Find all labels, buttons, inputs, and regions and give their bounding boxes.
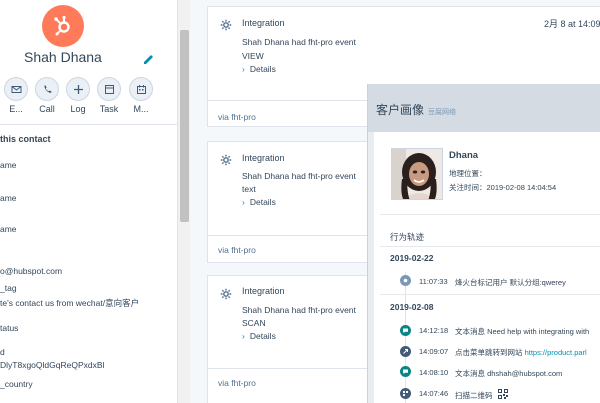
event-time: 14:07:46 [419,389,449,398]
property-value: te's contact us from wechat/意向客户 [0,298,140,308]
log-button[interactable] [66,77,90,101]
plus-icon [73,84,83,94]
card-details-label: Details [249,331,276,341]
qrcode-scan-icon [400,388,411,399]
meeting-button-label: M... [133,104,149,114]
event-text-label: 点击菜单跳转到网站 [455,348,525,357]
profile-follow-time: 关注时间：2019-02-08 14:04:54 [449,183,557,192]
email-button[interactable] [4,77,28,101]
event-time: 14:09:07 [419,347,449,356]
event-time: 14:12:18 [419,326,449,335]
card-title: Integration [242,18,285,28]
trail-date: 2019-02-08 [390,302,434,312]
integration-gear-icon [220,18,232,31]
property-label: tatus [0,323,19,333]
card-details-label: Details [249,64,276,74]
card-via: via fht-pro [218,378,256,388]
property-label: _country [0,379,33,389]
event-link[interactable]: https://product.parl [525,348,587,357]
panel-divider [380,246,600,247]
edit-pencil-icon[interactable] [142,52,156,66]
event-time: 11:07:33 [419,277,448,286]
meeting-button[interactable] [129,77,153,101]
chevron-right-icon: › [242,331,245,341]
sidebar-scrollbar-thumb[interactable] [180,30,189,222]
panel-header: 客户画像 豆腐网络 [368,84,600,132]
task-icon [104,84,114,94]
panel-subtitle: 豆腐网络 [428,109,457,116]
qrcode-icon [497,389,508,399]
hubspot-logo-icon [42,5,84,47]
profile-avatar [391,148,443,200]
contact-sidebar: Shah Dhana E... Call Log Task M... this … [0,0,178,403]
card-via: via fht-pro [218,245,256,255]
integration-gear-icon [220,287,232,300]
property-label: ame [0,160,17,170]
profile-location: 地理位置： [449,169,487,178]
email-button-label: E... [9,104,23,114]
card-event-value: SCAN [242,318,266,328]
chevron-right-icon: › [242,64,245,74]
chat-icon [400,325,411,336]
property-label: _tag [0,283,17,293]
trail-date: 2019-02-22 [390,253,434,263]
card-event-text: Shah Dhana had fht-pro event [242,171,356,181]
contact-name: Shah Dhana [24,49,102,65]
event-text: 文本消息 dhshah@hubspot.com [455,369,563,378]
event-text: 点击菜单跳转到网站 https://product.parl [455,347,587,358]
property-value: o@hubspot.com [0,266,63,276]
profile-name: Dhana [449,150,479,161]
task-button[interactable] [97,77,121,101]
integration-gear-icon [220,153,232,166]
card-event-text: Shah Dhana had fht-pro event [242,305,356,315]
card-event-value: VIEW [242,51,264,61]
property-label: ame [0,193,17,203]
property-label: ame [0,224,17,234]
link-icon [400,346,411,357]
meeting-icon [136,84,146,94]
property-label: d [0,347,5,357]
tag-icon [400,275,411,286]
event-text-label: 扫描二维码 [455,391,493,400]
behavior-trail-title: 行为轨迹 [390,232,425,242]
panel-content: Dhana 地理位置： 关注时间：2019-02-08 14:04:54 行为轨… [374,132,600,403]
event-text: 烽火台标记用户 默认分组:qwerey [455,278,566,287]
sidebar-divider [0,124,177,125]
card-date: 2月 8 at 14:09 [544,19,600,29]
card-title: Integration [242,153,285,163]
event-time: 14:08:10 [419,368,449,377]
card-details-link[interactable]: › Details [242,331,276,341]
phone-icon [43,85,51,93]
chat-icon [400,366,411,377]
card-details-link[interactable]: › Details [242,197,276,207]
event-text: 扫描二维码 [455,389,508,401]
call-button-label: Call [39,104,55,114]
call-button[interactable] [35,77,59,101]
card-details-link[interactable]: › Details [242,64,276,74]
property-value: DlyT8xgoQldGqReQPxdxBl [0,360,105,370]
chevron-right-icon: › [242,197,245,207]
customer-profile-panel: 客户画像 豆腐网络 Dhana 地理位置： 关注时间：2019-02-08 14:… [367,84,600,403]
log-button-label: Log [70,104,86,114]
card-event-value: text [242,184,256,194]
task-button-label: Task [99,104,119,114]
trail-timeline-line [405,272,406,403]
panel-divider [380,294,600,295]
card-event-text: Shah Dhana had fht-pro event [242,37,356,47]
panel-title-text: 客户画像 [376,103,425,117]
panel-divider [380,214,600,215]
card-title: Integration [242,286,285,296]
event-text: 文本消息 Need help with integrating with [455,327,590,336]
card-via: via fht-pro [218,112,256,122]
panel-title: 客户画像 豆腐网络 [376,101,456,118]
about-section-title: this contact [0,134,51,144]
email-icon [11,85,21,93]
card-details-label: Details [249,197,276,207]
